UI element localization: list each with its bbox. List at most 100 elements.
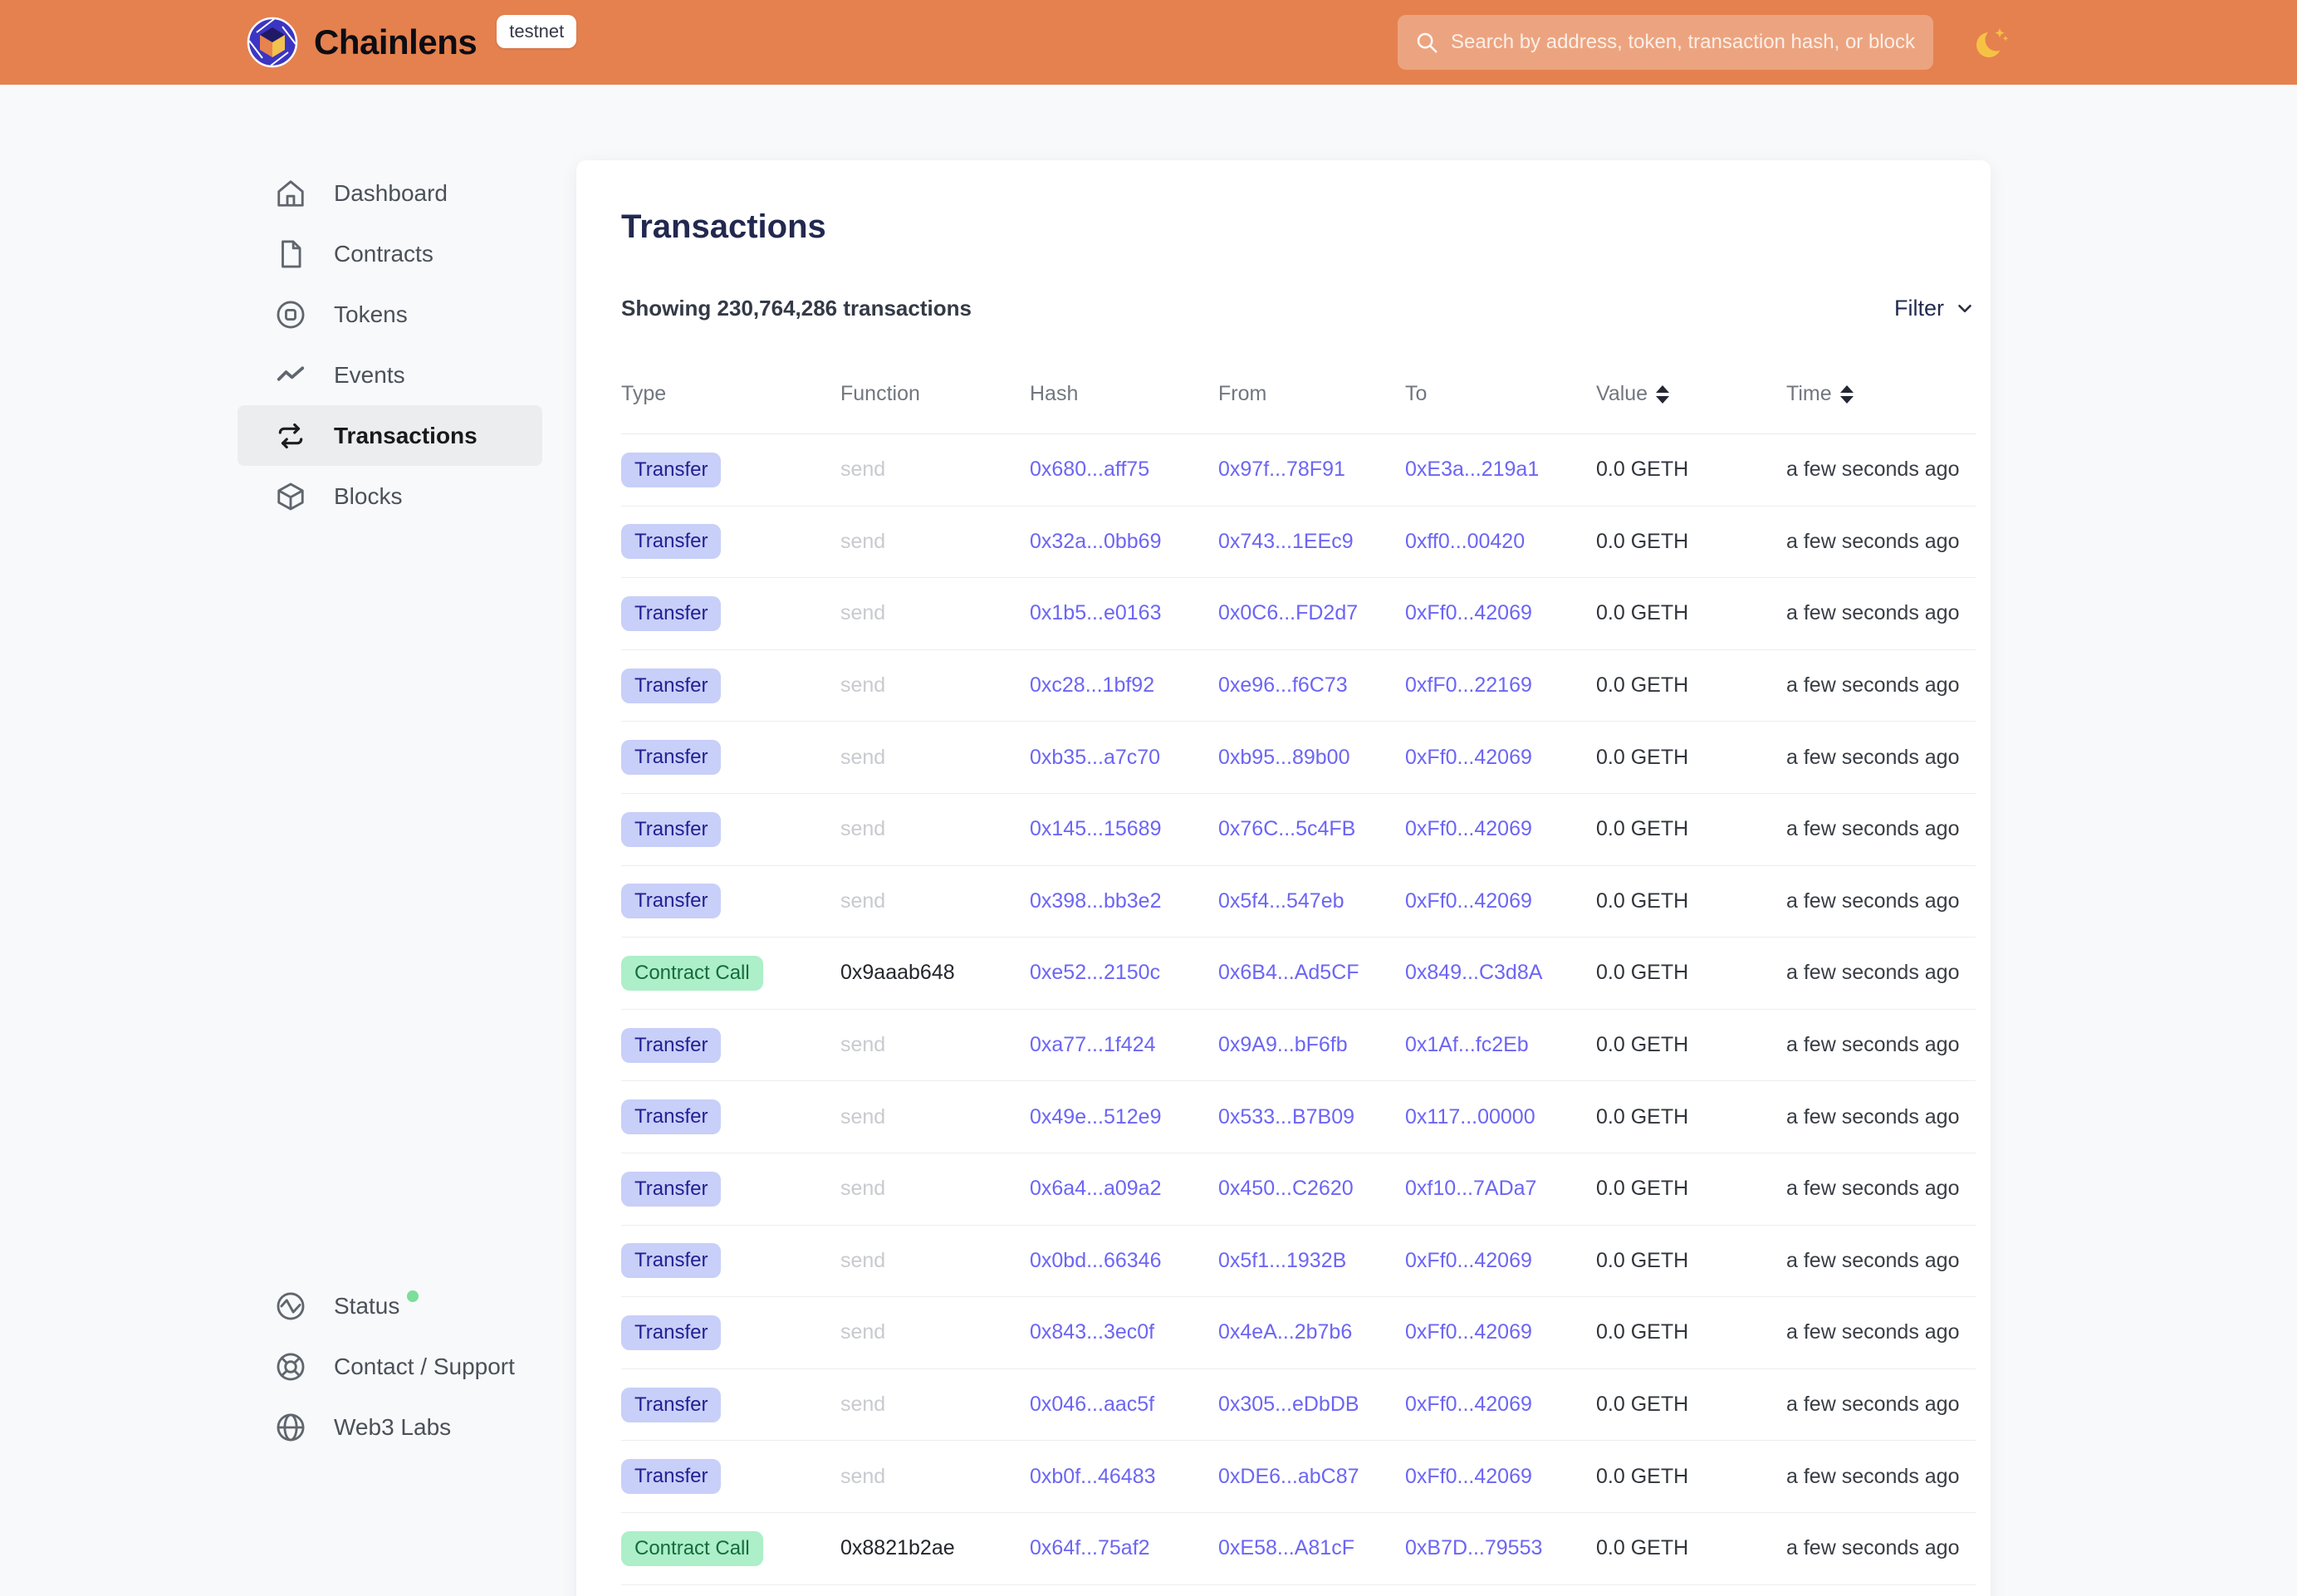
time-cell: a few seconds ago bbox=[1786, 889, 1976, 913]
time-cell: a few seconds ago bbox=[1786, 1320, 1976, 1344]
chainlens-logo-icon bbox=[246, 16, 299, 69]
sidebar-item-transactions[interactable]: Transactions bbox=[238, 405, 542, 466]
from-link[interactable]: 0x9A9...bF6fb bbox=[1218, 1033, 1405, 1057]
from-link[interactable]: 0x76C...5c4FB bbox=[1218, 817, 1405, 841]
sidebar-item-status[interactable]: Status bbox=[238, 1275, 542, 1336]
table-row: Transfersend0x843...3ec0f0x4eA...2b7b60x… bbox=[621, 1297, 1976, 1369]
hash-link[interactable]: 0xe52...2150c bbox=[1030, 961, 1218, 985]
hash-link[interactable]: 0x680...aff75 bbox=[1030, 458, 1218, 482]
to-link[interactable]: 0xFf0...42069 bbox=[1405, 1465, 1596, 1489]
hash-link[interactable]: 0x398...bb3e2 bbox=[1030, 889, 1218, 913]
to-link[interactable]: 0xff0...00420 bbox=[1405, 530, 1596, 554]
hash-link[interactable]: 0x6a4...a09a2 bbox=[1030, 1177, 1218, 1201]
to-link[interactable]: 0x1Af...fc2Eb bbox=[1405, 1033, 1596, 1057]
type-badge: Transfer bbox=[621, 453, 721, 487]
from-link[interactable]: 0x0C6...FD2d7 bbox=[1218, 601, 1405, 625]
hash-link[interactable]: 0xb0f...46483 bbox=[1030, 1465, 1218, 1489]
from-link[interactable]: 0xE58...A81cF bbox=[1218, 1536, 1405, 1560]
transactions-table: Type Function Hash From To Value Time Tr… bbox=[621, 355, 1976, 1585]
from-link[interactable]: 0xb95...89b00 bbox=[1218, 746, 1405, 770]
hash-link[interactable]: 0x145...15689 bbox=[1030, 817, 1218, 841]
brand-logo[interactable]: Chainlens testnet bbox=[246, 0, 576, 85]
hash-link[interactable]: 0x046...aac5f bbox=[1030, 1393, 1218, 1417]
hash-link[interactable]: 0x843...3ec0f bbox=[1030, 1320, 1218, 1344]
to-link[interactable]: 0xfF0...22169 bbox=[1405, 673, 1596, 698]
sidebar-item-tokens[interactable]: Tokens bbox=[238, 284, 542, 345]
from-link[interactable]: 0x5f1...1932B bbox=[1218, 1249, 1405, 1273]
table-row: Transfersend0x046...aac5f0x305...eDbDB0x… bbox=[621, 1369, 1976, 1442]
to-link[interactable]: 0xFf0...42069 bbox=[1405, 817, 1596, 841]
to-link[interactable]: 0xFf0...42069 bbox=[1405, 1320, 1596, 1344]
type-cell: Transfer bbox=[621, 1459, 840, 1494]
function-label: send bbox=[840, 458, 1030, 482]
to-link[interactable]: 0xFf0...42069 bbox=[1405, 1393, 1596, 1417]
repeat-icon bbox=[275, 420, 306, 452]
transactions-count-summary: Showing 230,764,286 transactions bbox=[621, 296, 972, 321]
hash-link[interactable]: 0x32a...0bb69 bbox=[1030, 530, 1218, 554]
table-row: Transfersend0x32a...0bb690x743...1EEc90x… bbox=[621, 507, 1976, 579]
from-link[interactable]: 0x4eA...2b7b6 bbox=[1218, 1320, 1405, 1344]
time-cell: a few seconds ago bbox=[1786, 1536, 1976, 1560]
hash-link[interactable]: 0x0bd...66346 bbox=[1030, 1249, 1218, 1273]
type-cell: Transfer bbox=[621, 596, 840, 631]
value-cell: 0.0 GETH bbox=[1596, 1177, 1786, 1201]
to-link[interactable]: 0xFf0...42069 bbox=[1405, 1249, 1596, 1273]
filter-button[interactable]: Filter bbox=[1894, 296, 1976, 321]
table-row: Transfersend0xc28...1bf920xe96...f6C730x… bbox=[621, 650, 1976, 722]
hash-link[interactable]: 0xa77...1f424 bbox=[1030, 1033, 1218, 1057]
type-cell: Transfer bbox=[621, 1388, 840, 1422]
brand-name: Chainlens bbox=[314, 22, 477, 62]
function-label: 0x8821b2ae bbox=[840, 1536, 1030, 1560]
token-icon bbox=[275, 299, 306, 330]
column-header-value: Value bbox=[1596, 382, 1786, 406]
hash-link[interactable]: 0xb35...a7c70 bbox=[1030, 746, 1218, 770]
from-link[interactable]: 0xe96...f6C73 bbox=[1218, 673, 1405, 698]
function-label: send bbox=[840, 530, 1030, 554]
sort-value-icon[interactable] bbox=[1656, 385, 1669, 404]
from-link[interactable]: 0x6B4...Ad5CF bbox=[1218, 961, 1405, 985]
to-link[interactable]: 0xFf0...42069 bbox=[1405, 601, 1596, 625]
search-input[interactable] bbox=[1451, 31, 1917, 54]
time-cell: a few seconds ago bbox=[1786, 530, 1976, 554]
to-link[interactable]: 0xB7D...79553 bbox=[1405, 1536, 1596, 1560]
to-link[interactable]: 0x849...C3d8A bbox=[1405, 961, 1596, 985]
to-link[interactable]: 0xFf0...42069 bbox=[1405, 746, 1596, 770]
sort-time-icon[interactable] bbox=[1840, 385, 1854, 404]
from-link[interactable]: 0x743...1EEc9 bbox=[1218, 530, 1405, 554]
to-link[interactable]: 0xE3a...219a1 bbox=[1405, 458, 1596, 482]
from-link[interactable]: 0x5f4...547eb bbox=[1218, 889, 1405, 913]
hash-link[interactable]: 0x64f...75af2 bbox=[1030, 1536, 1218, 1560]
type-badge: Transfer bbox=[621, 1388, 721, 1422]
sidebar-item-label: Tokens bbox=[334, 301, 408, 328]
table-row: Transfersend0x145...156890x76C...5c4FB0x… bbox=[621, 794, 1976, 866]
to-link[interactable]: 0xf10...7ADa7 bbox=[1405, 1177, 1596, 1201]
to-link[interactable]: 0x117...00000 bbox=[1405, 1105, 1596, 1129]
lifebuoy-icon bbox=[275, 1351, 306, 1383]
type-badge: Transfer bbox=[621, 1172, 721, 1207]
column-header-time: Time bbox=[1786, 382, 1976, 406]
hash-link[interactable]: 0x49e...512e9 bbox=[1030, 1105, 1218, 1129]
type-badge: Transfer bbox=[621, 596, 721, 631]
sidebar-item-blocks[interactable]: Blocks bbox=[238, 466, 542, 526]
type-cell: Transfer bbox=[621, 1028, 840, 1063]
from-link[interactable]: 0xDE6...abC87 bbox=[1218, 1465, 1405, 1489]
from-link[interactable]: 0x533...B7B09 bbox=[1218, 1105, 1405, 1129]
sidebar-item-contracts[interactable]: Contracts bbox=[238, 223, 542, 284]
hash-link[interactable]: 0xc28...1bf92 bbox=[1030, 673, 1218, 698]
function-label: send bbox=[840, 673, 1030, 698]
function-label: send bbox=[840, 1033, 1030, 1057]
table-row: Transfer send0x680...aff750x97f...78F910x… bbox=[621, 434, 1976, 507]
sidebar-item-events[interactable]: Events bbox=[238, 345, 542, 405]
function-label: send bbox=[840, 1177, 1030, 1201]
hash-link[interactable]: 0x1b5...e0163 bbox=[1030, 601, 1218, 625]
to-link[interactable]: 0xFf0...42069 bbox=[1405, 889, 1596, 913]
from-link[interactable]: 0x450...C2620 bbox=[1218, 1177, 1405, 1201]
sidebar-item-contact-support[interactable]: Contact / Support bbox=[238, 1336, 542, 1397]
function-label: 0x9aaab648 bbox=[840, 961, 1030, 985]
from-link[interactable]: 0x97f...78F91 bbox=[1218, 458, 1405, 482]
theme-toggle-moon-icon[interactable] bbox=[1970, 22, 2013, 65]
sidebar-item-dashboard[interactable]: Dashboard bbox=[238, 163, 542, 223]
sidebar-item-web3-labs[interactable]: Web3 Labs bbox=[238, 1397, 542, 1457]
from-link[interactable]: 0x305...eDbDB bbox=[1218, 1393, 1405, 1417]
column-header-hash: Hash bbox=[1030, 382, 1218, 406]
